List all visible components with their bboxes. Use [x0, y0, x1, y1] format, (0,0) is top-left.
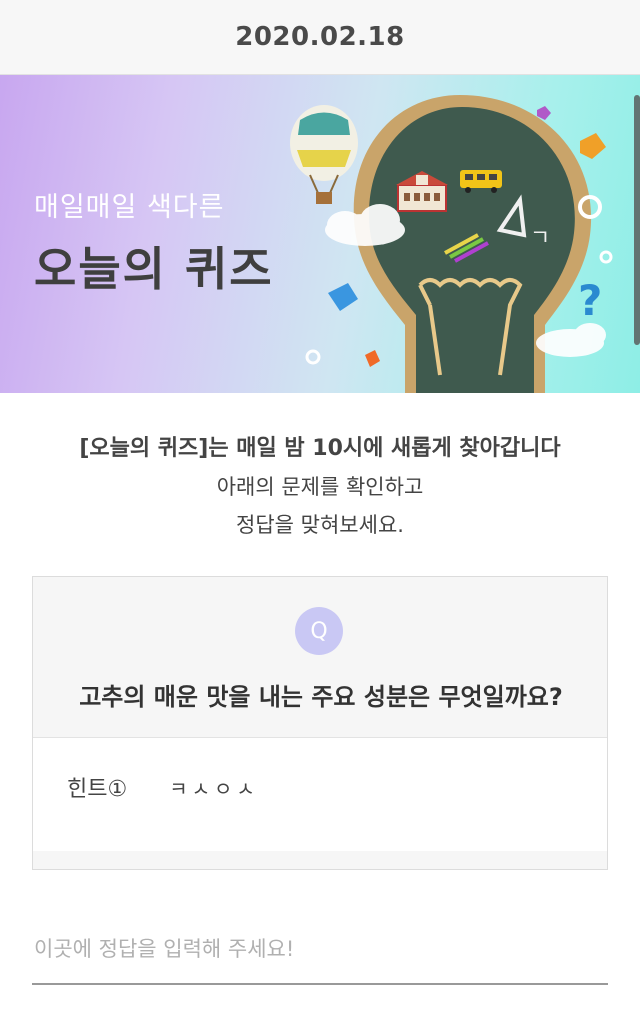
quiz-date: 2020.02.18 [235, 22, 405, 52]
quiz-card: Q 고추의 매운 맛을 내는 주요 성분은 무엇일까요? 힌트① ㅋㅅㅇㅅ [32, 576, 608, 870]
intro-line-2: 아래의 문제를 확인하고 [216, 475, 424, 499]
banner-title: 오늘의 퀴즈 [34, 242, 274, 296]
question-mark-icon: ? [578, 276, 602, 325]
intro-line-1: [오늘의 퀴즈]는 매일 밤 10시에 새롭게 찾아갑니다 [79, 436, 561, 461]
quiz-intro: [오늘의 퀴즈]는 매일 밤 10시에 새롭게 찾아갑니다 아래의 문제를 확인… [0, 430, 640, 544]
banner-subtitle: 매일매일 색다른 [34, 192, 225, 223]
hint-value: ㅋㅅㅇㅅ [169, 776, 259, 801]
hint-label: 힌트① [63, 771, 146, 803]
question-badge: Q [295, 607, 343, 655]
question-text: 고추의 매운 맛을 내는 주요 성분은 무엇일까요? [79, 683, 563, 711]
date-header: 2020.02.18 [0, 0, 640, 75]
quiz-banner: ㄱ ? 매일매일 색다른 오늘의 퀴즈 [0, 75, 640, 393]
svg-text:ㄱ: ㄱ [530, 226, 550, 251]
hot-air-balloon-icon [290, 105, 358, 204]
card-footer-strip [33, 851, 607, 869]
scrollbar-thumb[interactable] [634, 95, 640, 345]
intro-line-3: 정답을 맞혀보세요. [236, 513, 404, 537]
question-header: Q 고추의 매운 맛을 내는 주요 성분은 무엇일까요? [33, 577, 607, 738]
answer-input[interactable] [32, 915, 608, 985]
hint-row: 힌트① ㅋㅅㅇㅅ [63, 767, 259, 807]
